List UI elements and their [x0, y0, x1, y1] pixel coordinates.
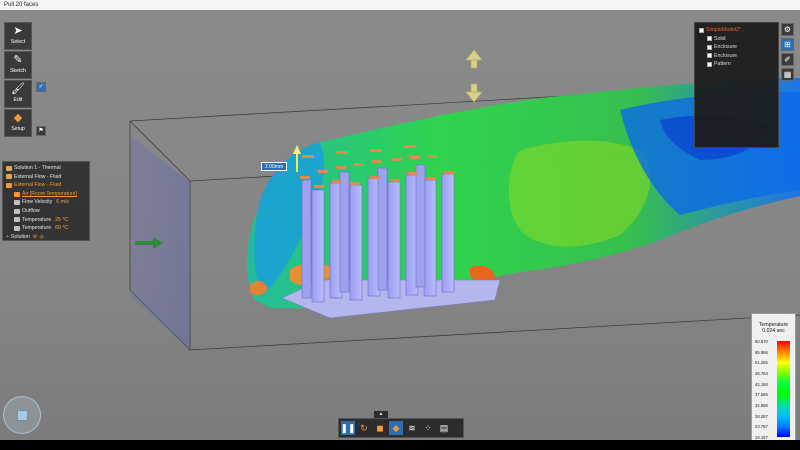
- tree-item[interactable]: External Flow - Fluid: [6, 173, 86, 182]
- cursor-icon: ➤: [13, 25, 23, 37]
- streamline-icon[interactable]: ≋: [405, 421, 419, 435]
- display-icon[interactable]: ▦: [781, 68, 794, 81]
- tree-item[interactable]: Air [Room Temperature]: [6, 190, 86, 199]
- tree-item[interactable]: Temperature 25 °C: [6, 216, 86, 225]
- thermometer-icon: [14, 225, 20, 231]
- pause-icon[interactable]: ❚❚: [340, 421, 356, 435]
- pencil-icon: ✎: [13, 54, 23, 66]
- visibility-checkbox[interactable]: [707, 36, 712, 42]
- edit-options-button[interactable]: ✓: [36, 82, 46, 92]
- add-solution-row[interactable]: + Solution ⚙ ◎: [6, 233, 86, 242]
- tree-item[interactable]: Outflow: [6, 207, 86, 216]
- bottom-letterbox: [0, 440, 800, 450]
- legend-value: 65.866: [755, 349, 768, 355]
- sketch-tool-button[interactable]: ✎ Sketch: [4, 51, 32, 79]
- legend-value: 23.767: [755, 424, 768, 430]
- setup-options-button[interactable]: ⚑: [36, 126, 46, 136]
- edit-tool-button[interactable]: 🖌 Edit: [4, 80, 32, 108]
- model-tree-item[interactable]: Pattern: [699, 60, 774, 69]
- toolbar-expand-button[interactable]: ▲: [374, 411, 388, 418]
- status-text: Pull 20 faces: [4, 2, 39, 8]
- move-handle: [465, 49, 483, 103]
- model-tree-item[interactable]: Enclosure: [699, 43, 774, 52]
- visibility-checkbox[interactable]: [707, 53, 712, 59]
- tree-item[interactable]: Flow Velocity 6 m/s: [6, 198, 86, 207]
- folder-icon: [6, 165, 12, 171]
- cube-icon: [17, 410, 28, 421]
- simulation-tree-panel: Solution 1 - Thermal External Flow - Flu…: [2, 161, 90, 241]
- material-icon: [14, 191, 20, 197]
- appearance-icon[interactable]: ✐: [781, 53, 794, 66]
- legend-value: 28.267: [755, 413, 768, 419]
- tree-item[interactable]: External Flow - Fluid: [6, 181, 86, 190]
- tree-item[interactable]: Solution 1 - Thermal: [6, 164, 86, 173]
- legend-value: 61.265: [755, 360, 768, 366]
- globe-icon[interactable]: ◎: [39, 233, 44, 242]
- model-tree-panel: SimpleModel2* Solid Enclosure Enclosure …: [694, 22, 779, 148]
- folder-icon: [6, 182, 12, 188]
- visibility-checkbox[interactable]: [707, 44, 712, 50]
- legend-value: 80.570: [755, 339, 768, 344]
- settings-icon[interactable]: ⚙: [781, 23, 794, 36]
- box-icon[interactable]: ◼: [373, 421, 387, 435]
- tree-item[interactable]: Temperature 60 °C: [6, 224, 86, 233]
- setup-icon: ◆: [13, 112, 23, 124]
- visibility-checkbox[interactable]: [707, 61, 712, 67]
- folder-icon: [6, 174, 12, 180]
- legend-value: 46.764: [755, 371, 768, 376]
- legend-value: 32.866: [755, 403, 768, 408]
- model-tree-item[interactable]: Enclosure: [699, 52, 774, 61]
- legend-value: 42.166: [755, 381, 768, 387]
- flow-icon: [14, 200, 20, 206]
- visibility-checkbox[interactable]: [699, 27, 704, 33]
- temperature-legend: Temperature 0.024 sec 80.570 65.866 61.265…: [751, 313, 796, 441]
- surface-icon[interactable]: ▤: [437, 421, 451, 435]
- dimension-tag[interactable]: 2.00mm: [261, 162, 288, 171]
- cube-icon[interactable]: ◆: [389, 421, 403, 435]
- loop-icon[interactable]: ↻: [357, 421, 371, 435]
- tree-view-icon[interactable]: ⊞: [781, 38, 794, 51]
- settings-icon[interactable]: ⚙: [33, 233, 38, 242]
- simulation-scene: [129, 49, 800, 351]
- legend-value: 37.566: [755, 392, 768, 398]
- status-bar: Pull 20 faces: [0, 0, 800, 10]
- view-cube[interactable]: [3, 396, 41, 434]
- setup-tool-button[interactable]: ◆ Setup: [4, 109, 32, 137]
- select-tool-button[interactable]: ➤ Select: [4, 22, 32, 50]
- model-tree-item[interactable]: Solid: [699, 35, 774, 44]
- bottom-toolbar: ❚❚ ↻ ◼ ◆ ≋ ⁘ ▤: [338, 418, 464, 438]
- outflow-icon: [14, 208, 20, 214]
- model-tree-root[interactable]: SimpleModel2*: [699, 26, 774, 35]
- particle-icon[interactable]: ⁘: [421, 421, 435, 435]
- plus-icon: +: [6, 233, 10, 240]
- application-window: Pull 20 faces 2.00mm ➤ Select ✎ Sketch 🖌…: [0, 0, 800, 450]
- 3d-viewport[interactable]: 2.00mm: [0, 10, 800, 440]
- thermometer-icon: [14, 217, 20, 223]
- legend-color-bar: [777, 341, 790, 437]
- legend-subtitle: 0.024 sec: [762, 328, 785, 334]
- brush-icon: 🖌: [11, 83, 25, 95]
